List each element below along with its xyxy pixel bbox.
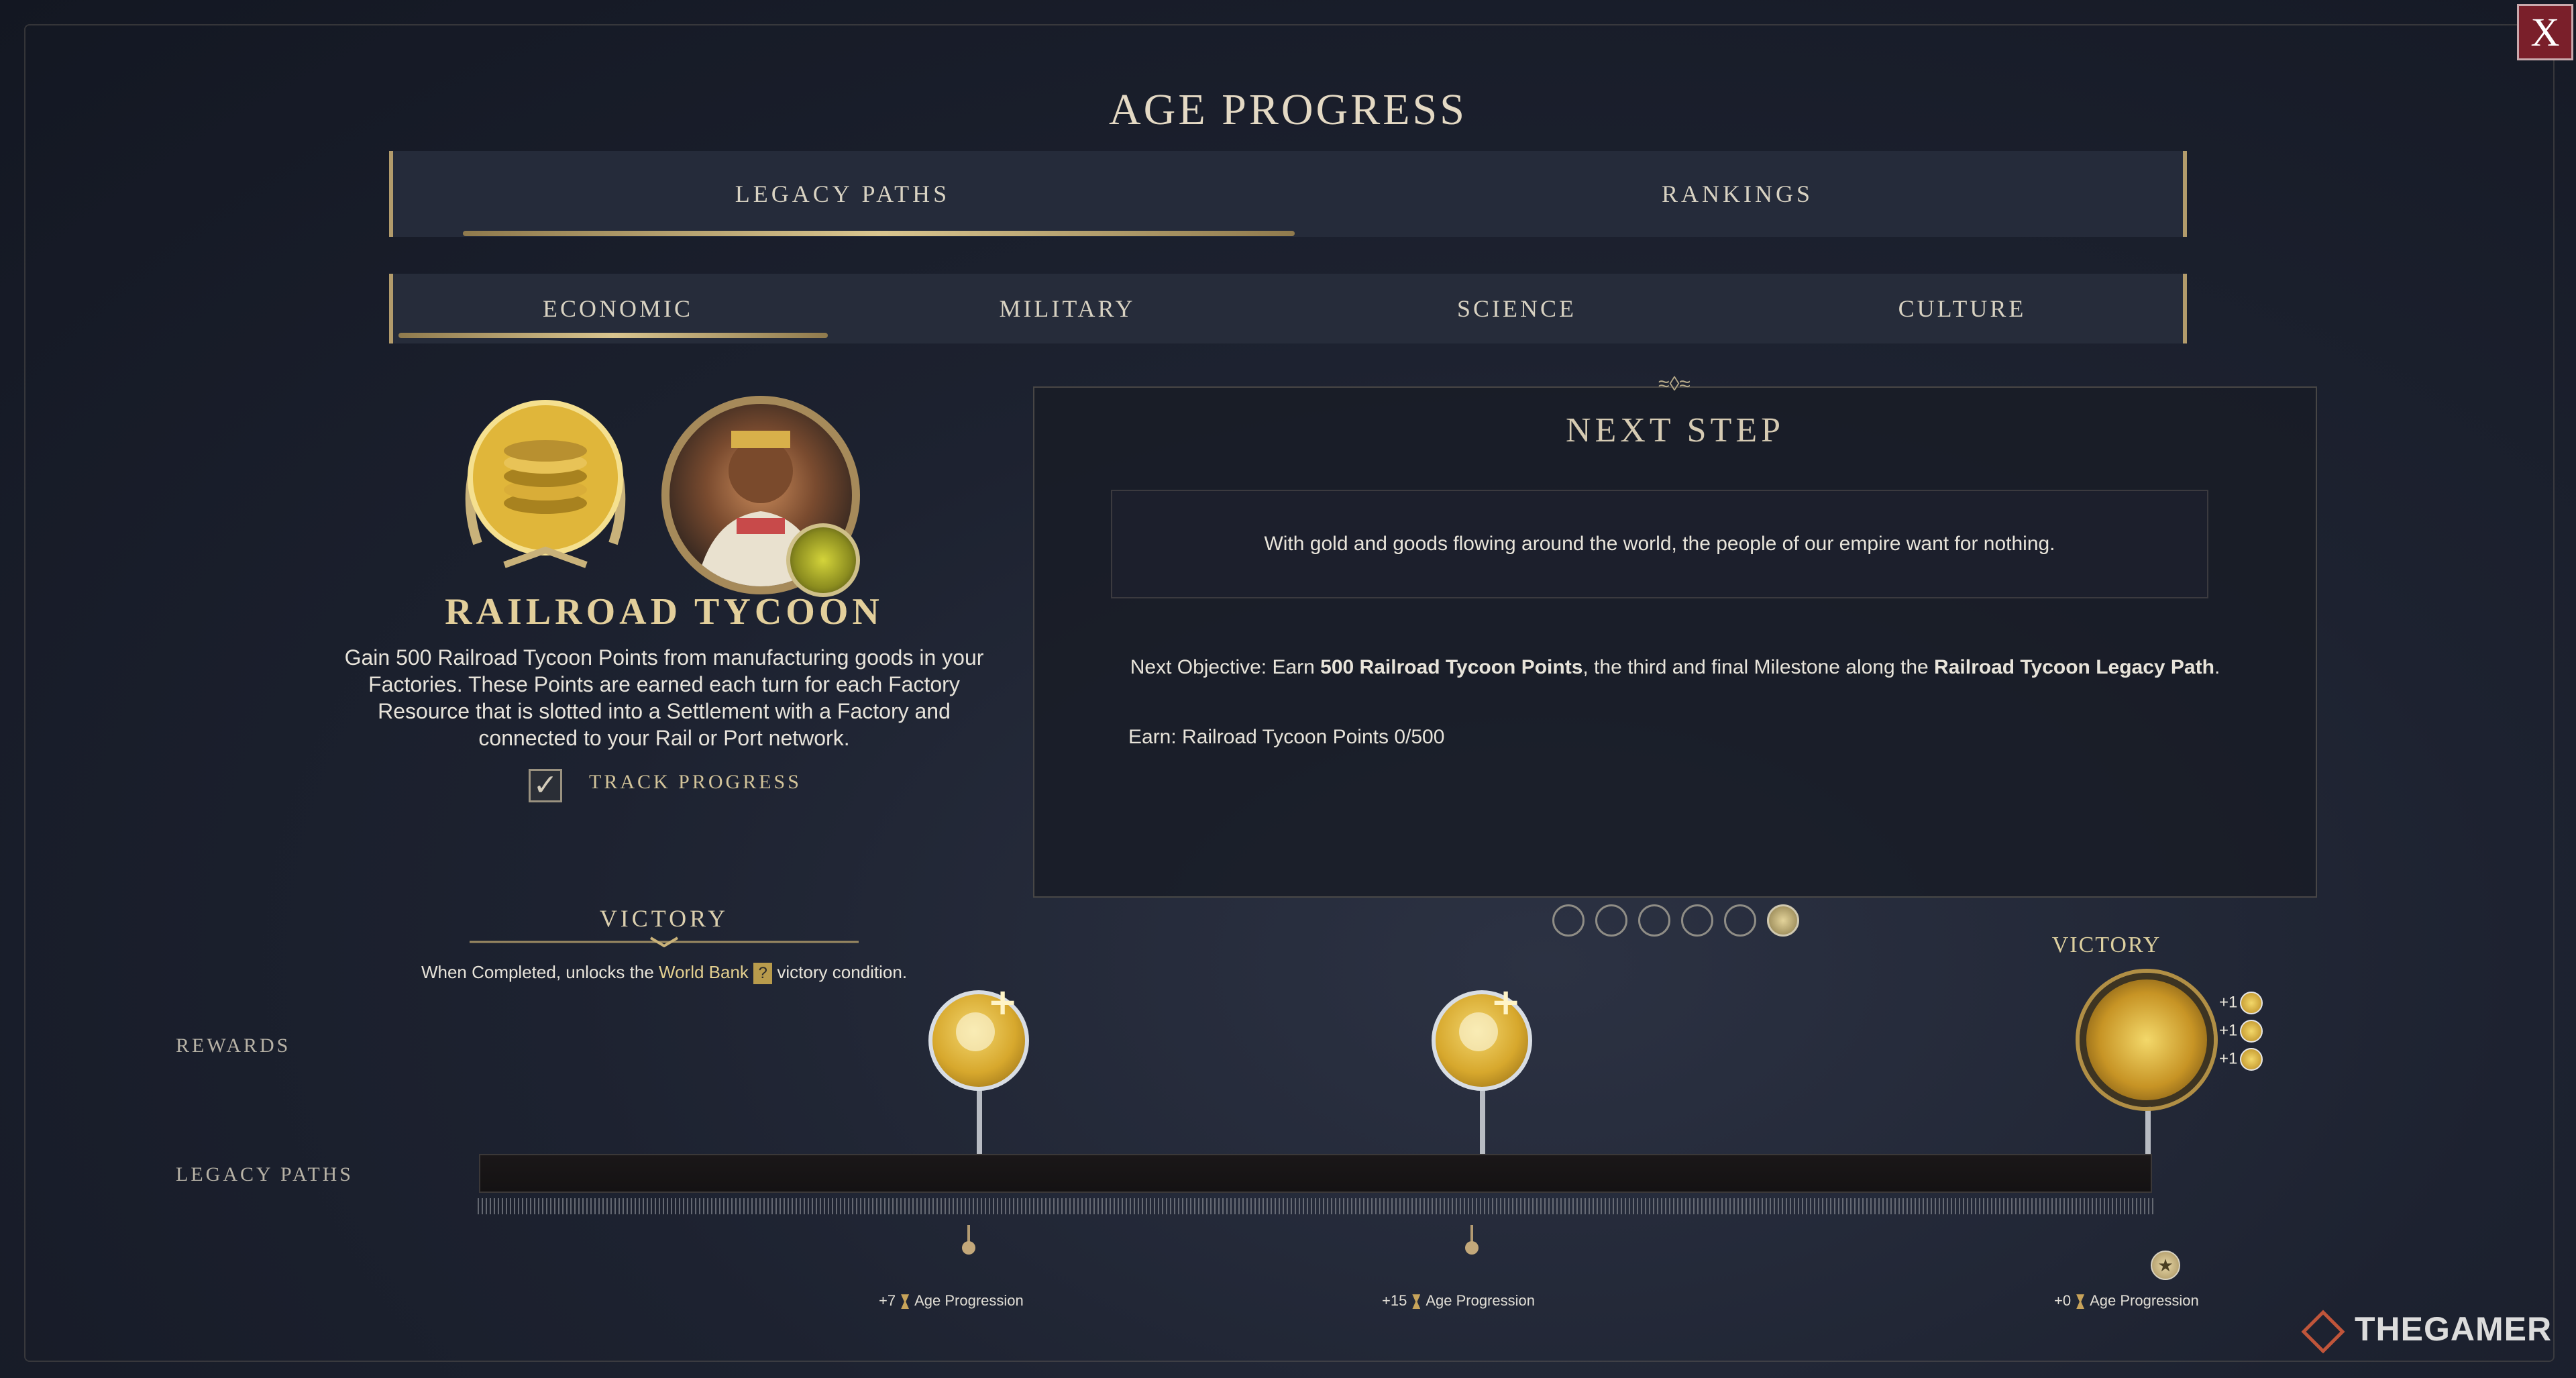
main-tab-bar: LEGACY PATHS RANKINGS <box>389 151 2187 237</box>
victory-description: When Completed, unlocks the World Bank ?… <box>322 962 1006 985</box>
page-dot-6-active[interactable] <box>1767 904 1799 937</box>
gold-coin-icon <box>2240 1048 2263 1071</box>
age-label: Age Progression <box>1426 1292 1535 1309</box>
page-dot-4[interactable] <box>1681 904 1713 937</box>
objective-prefix: Next Objective: Earn <box>1130 656 1321 678</box>
milestone-marker <box>962 1241 975 1255</box>
legacy-progress-bar <box>479 1154 2152 1193</box>
help-icon[interactable]: ? <box>753 963 773 985</box>
legacy-paths-label: LEGACY PATHS <box>176 1163 354 1185</box>
objective-mid: , the third and final Milestone along th… <box>1582 656 1935 678</box>
page-dot-1[interactable] <box>1552 904 1585 937</box>
age-progression-reward: +15 Age Progression <box>1382 1292 1535 1310</box>
victory-reward-label: VICTORY <box>2051 933 2161 957</box>
thegamer-logo-icon <box>2301 1310 2345 1354</box>
age-amount: +15 <box>1382 1292 1407 1309</box>
page-dot-2[interactable] <box>1595 904 1627 937</box>
gold-coins-laurel-icon <box>465 400 626 568</box>
milestone-pin <box>2145 1100 2151 1155</box>
page-dot-5[interactable] <box>1724 904 1756 937</box>
earn-progress: Earn: Railroad Tycoon Points 0/500 <box>1128 726 1445 748</box>
victory-bonus: +1 <box>2219 1020 2263 1043</box>
page-dot-3[interactable] <box>1638 904 1670 937</box>
objective-points: 500 Railroad Tycoon Points <box>1320 656 1583 678</box>
victory-bonus: +1 <box>2219 1048 2263 1071</box>
hourglass-icon <box>901 1294 910 1310</box>
victory-text-after: victory condition. <box>772 962 908 982</box>
world-bank-link[interactable]: World Bank <box>659 962 749 982</box>
tab-military[interactable]: MILITARY <box>843 274 1292 343</box>
close-button[interactable]: X <box>2517 4 2573 60</box>
ornament-icon: ≈◊≈ <box>1658 373 1690 395</box>
milestone-pin <box>1480 1087 1485 1155</box>
active-tab-indicator <box>463 231 1295 236</box>
hourglass-icon <box>2076 1294 2085 1310</box>
legacy-path-name: RAILROAD TYCOON <box>445 591 883 633</box>
track-progress-label[interactable]: TRACK PROGRESS <box>589 769 802 796</box>
tab-science[interactable]: SCIENCE <box>1292 274 1741 343</box>
rewards-label: REWARDS <box>176 1035 291 1057</box>
victory-heading: VICTORY <box>599 905 729 932</box>
bonus-value: +1 <box>2219 1021 2238 1040</box>
age-label: Age Progression <box>914 1292 1024 1309</box>
milestone-marker <box>1465 1241 1479 1255</box>
description-line: Factories. These Points are earned each … <box>368 672 960 696</box>
tab-culture[interactable]: CULTURE <box>1741 274 2183 343</box>
victory-star-icon: ★ <box>2151 1251 2180 1280</box>
objective-path: Railroad Tycoon Legacy Path <box>1934 656 2214 678</box>
legacy-path-description: Gain 500 Railroad Tycoon Points from man… <box>322 644 1006 751</box>
gold-coin-icon <box>2240 1020 2263 1043</box>
progress-ticks <box>478 1198 2153 1214</box>
gold-coin-icon <box>2240 992 2263 1014</box>
active-category-indicator <box>398 333 828 338</box>
age-progression-reward: +0 Age Progression <box>2054 1292 2199 1310</box>
victory-divider <box>470 937 859 947</box>
next-step-panel <box>1033 386 2317 898</box>
track-progress-checkbox[interactable]: ✓ <box>529 769 562 802</box>
age-progression-reward: +7 Age Progression <box>879 1292 1024 1310</box>
description-line: Gain 500 Railroad Tycoon Points from man… <box>344 645 984 670</box>
description-line: Resource that is slotted into a Settleme… <box>378 699 951 723</box>
victory-bonus: +1 <box>2219 992 2263 1014</box>
objective-suffix: . <box>2214 656 2220 678</box>
victory-reward-icon[interactable] <box>2080 973 2214 1107</box>
tab-legacy-paths[interactable]: LEGACY PATHS <box>393 151 1292 237</box>
age-amount: +0 <box>2054 1292 2072 1309</box>
watermark-text: THEGAMER <box>2355 1310 2553 1348</box>
page-title: AGE PROGRESS <box>1109 85 1467 134</box>
age-label: Age Progression <box>2090 1292 2199 1309</box>
economic-badge-icon <box>786 523 860 597</box>
bonus-value: +1 <box>2219 1049 2238 1068</box>
watermark-logo: THEGAMER <box>2301 1310 2553 1354</box>
milestone-pin <box>977 1087 982 1155</box>
description-line: connected to your Rail or Port network. <box>478 726 850 750</box>
next-step-quote: With gold and goods flowing around the w… <box>1111 490 2208 598</box>
bonus-value: +1 <box>2219 993 2238 1012</box>
hourglass-icon <box>1412 1294 1421 1310</box>
victory-text-before: When Completed, unlocks the <box>421 962 659 982</box>
plus-icon: + <box>1491 981 1521 1023</box>
age-amount: +7 <box>879 1292 896 1309</box>
tab-rankings[interactable]: RANKINGS <box>1292 151 2183 237</box>
plus-icon: + <box>987 981 1018 1023</box>
next-step-title: NEXT STEP <box>1565 411 1785 449</box>
next-objective: Next Objective: Earn 500 Railroad Tycoon… <box>1033 656 2317 679</box>
